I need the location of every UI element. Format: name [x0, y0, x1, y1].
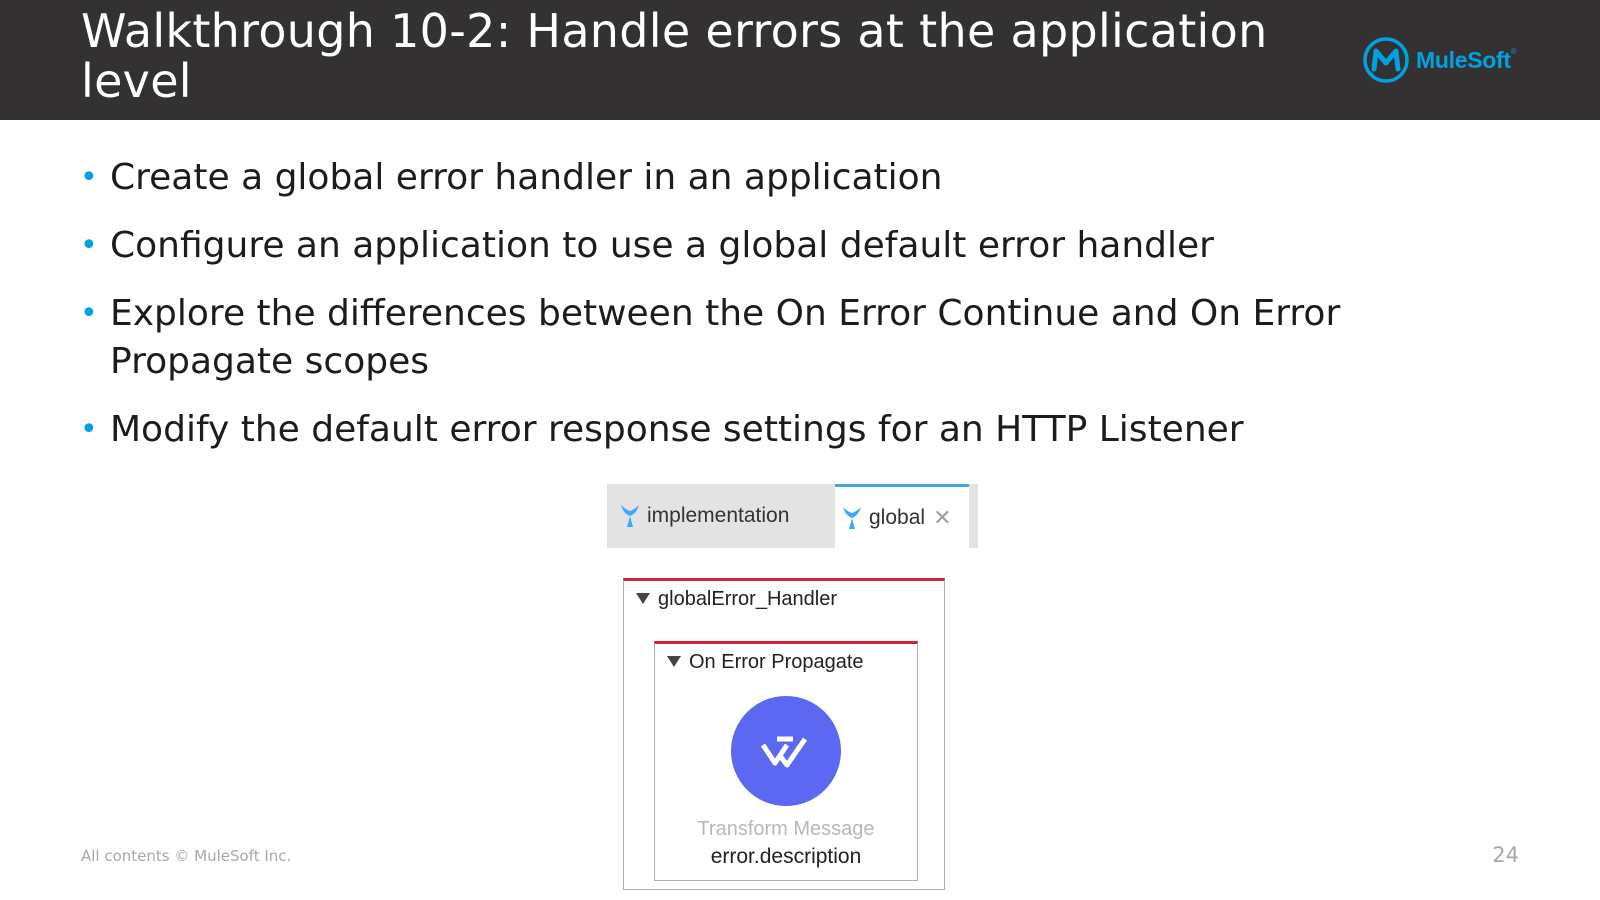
bullet-item: • Configure an application to use a globa…	[80, 222, 1520, 270]
bullet-item: • Explore the differences between the On …	[80, 290, 1520, 386]
mule-icon	[621, 505, 639, 527]
collapse-triangle-icon[interactable]	[636, 593, 650, 604]
component-name: Transform Message	[697, 818, 875, 840]
tab-label: global	[869, 505, 926, 529]
logo-text: MuleSoft®	[1416, 46, 1517, 73]
bullet-item: • Modify the default error response setti…	[80, 406, 1520, 454]
close-icon[interactable]: ✕	[933, 505, 951, 531]
dataweave-icon	[760, 736, 808, 768]
slide-title: Walkthrough 10-2: Handle errors at the a…	[81, 4, 1268, 108]
mulesoft-logo-icon	[1363, 37, 1409, 83]
bullet-list: • Create a global error handler in an app…	[80, 154, 1520, 474]
bullet-dot-icon: •	[80, 160, 98, 195]
bullet-dot-icon: •	[80, 296, 98, 331]
slide-header: Walkthrough 10-2: Handle errors at the a…	[0, 0, 1600, 120]
component-description: error.description	[710, 845, 862, 868]
editor-tab-bar: implementation global ✕	[607, 484, 978, 548]
footer-copyright: All contents © MuleSoft Inc.	[81, 847, 292, 865]
mule-icon	[843, 506, 861, 529]
bullet-dot-icon: •	[80, 228, 98, 263]
tab-global[interactable]: global ✕	[835, 484, 969, 548]
collapse-triangle-icon[interactable]	[667, 656, 681, 667]
tab-implementation[interactable]: implementation	[613, 484, 835, 548]
error-handler-label: globalError_Handler	[658, 588, 837, 610]
mulesoft-logo: MuleSoft®	[1362, 36, 1517, 84]
tab-label: implementation	[647, 504, 790, 527]
scope-label: On Error Propagate	[689, 651, 864, 673]
bullet-dot-icon: •	[80, 412, 98, 447]
on-error-propagate-scope[interactable]: On Error Propagate Transform Message err…	[654, 641, 918, 881]
transform-message-icon[interactable]	[731, 696, 841, 806]
global-error-handler[interactable]: globalError_Handler On Error Propagate T…	[623, 578, 945, 890]
bullet-item: • Create a global error handler in an app…	[80, 154, 1520, 202]
page-number: 24	[1492, 843, 1519, 867]
